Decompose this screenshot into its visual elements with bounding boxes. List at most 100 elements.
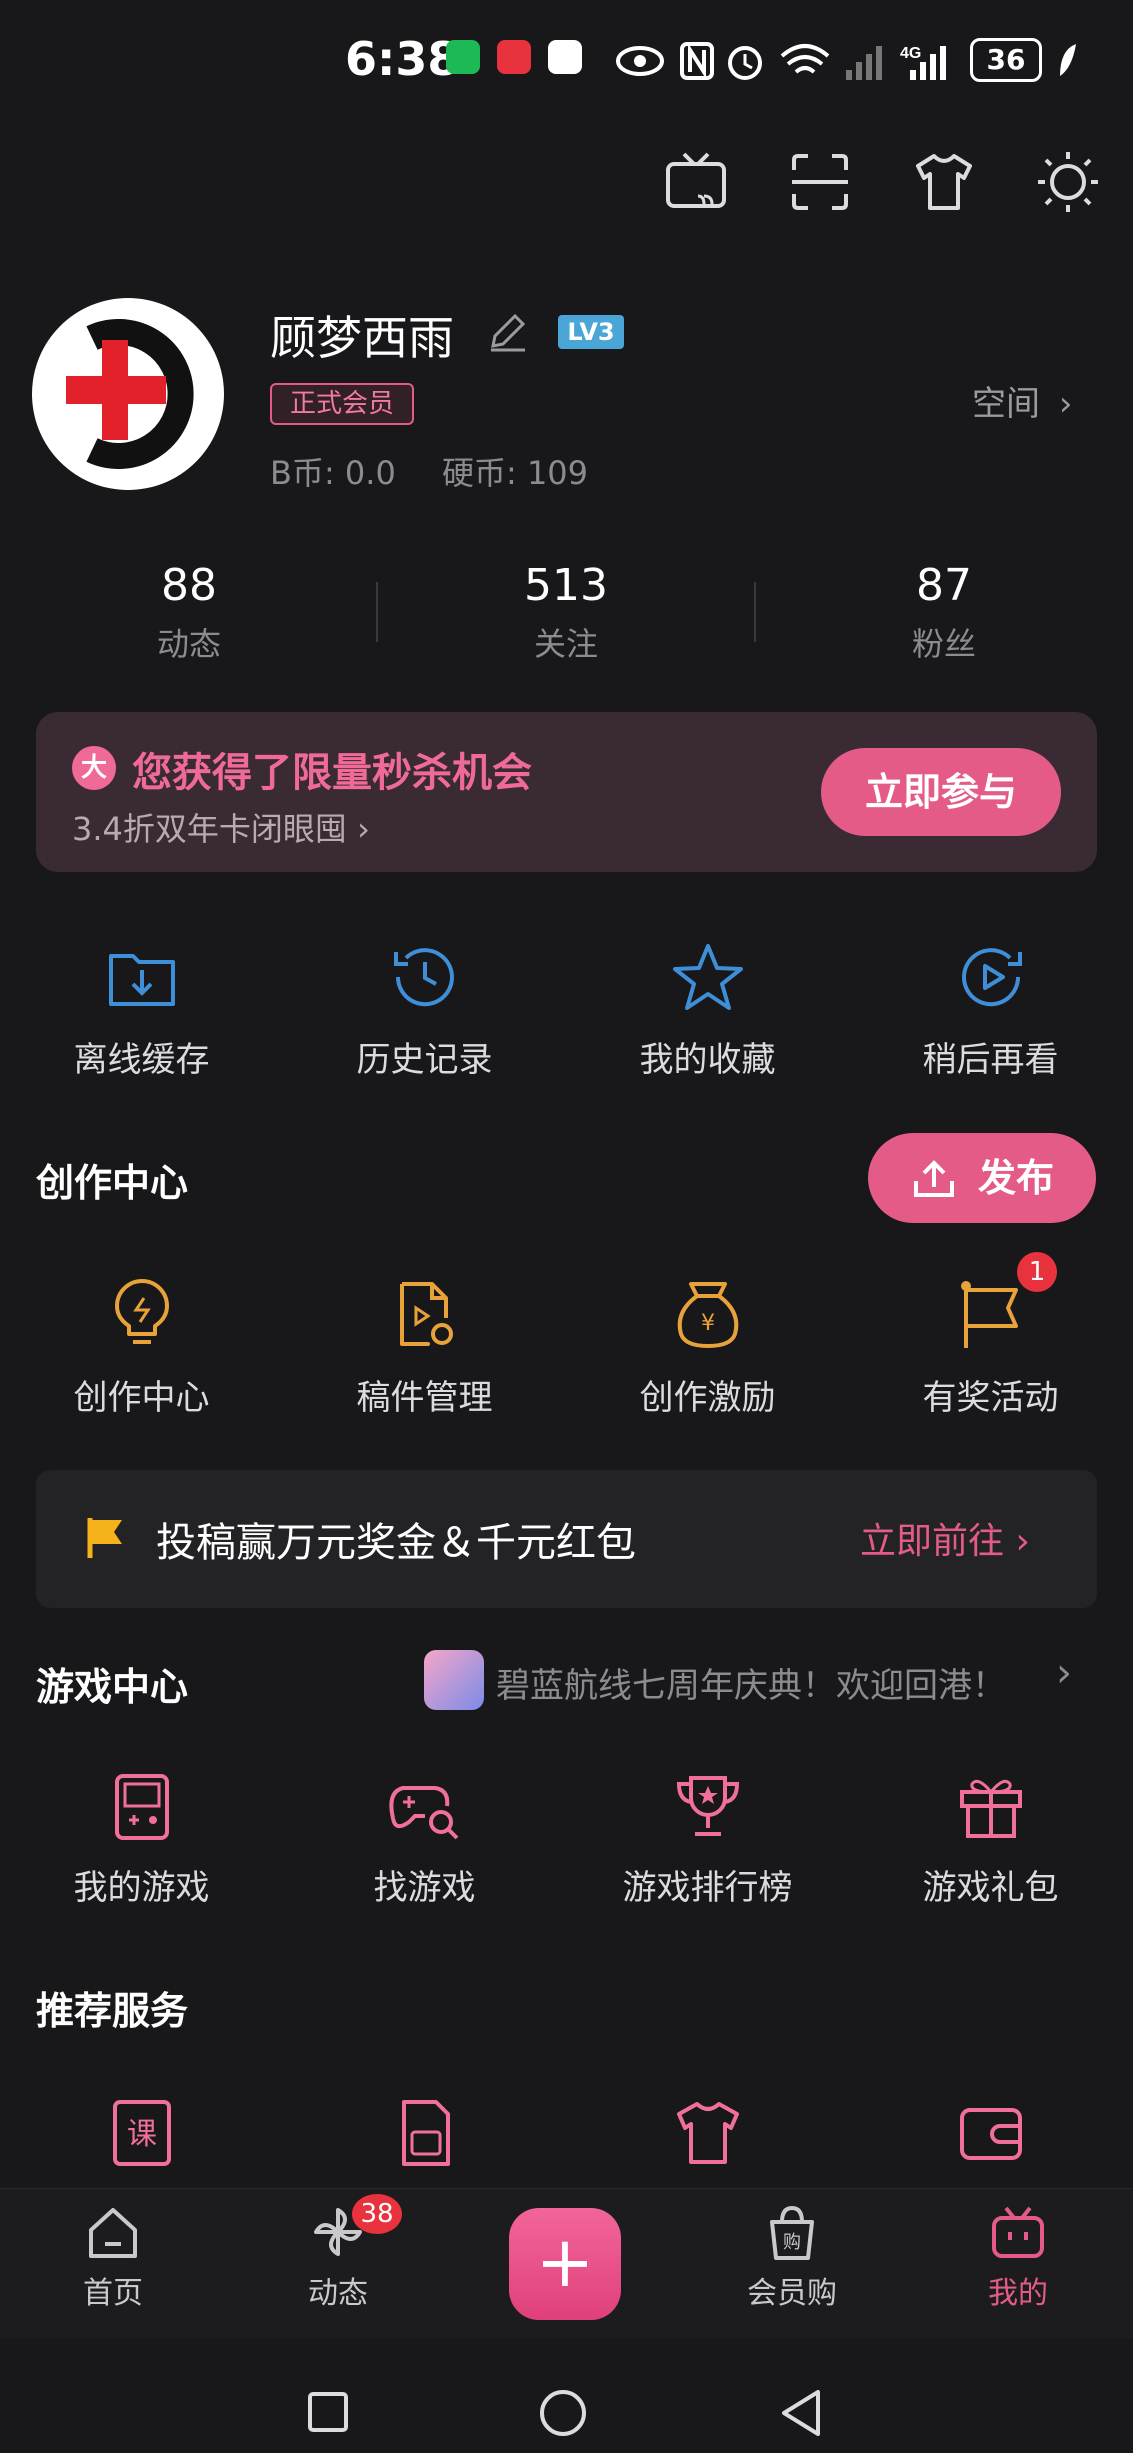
azur-lane-game-icon (424, 1650, 484, 1710)
lightbulb-icon (114, 1279, 169, 1344)
battery-indicator: 36 (970, 38, 1042, 82)
game-banner-text[interactable]: 碧蓝航线七周年庆典！欢迎回港！ (496, 1658, 1006, 1707)
course-book-icon: 课 (112, 2100, 171, 2166)
service-sim-item[interactable] (283, 2098, 566, 2168)
nav-label: 会员购 (747, 2276, 837, 2311)
stat-followers[interactable]: 87 粉丝 (755, 560, 1133, 665)
stat-label: 粉丝 (911, 625, 976, 663)
tshirt-theme-icon[interactable] (912, 150, 976, 214)
game-ranking-item[interactable]: 游戏排行榜 (566, 1772, 849, 1909)
game-label: 游戏排行榜 (622, 1868, 793, 1908)
stat-dynamics[interactable]: 88 动态 (0, 560, 378, 665)
manuscript-icon (399, 1282, 453, 1346)
avatar-red-cross-icon (36, 302, 220, 486)
back-triangle-icon[interactable] (778, 2388, 824, 2438)
contest-banner[interactable]: 投稿赢万元奖金＆千元红包 立即前往 › (36, 1470, 1097, 1608)
tv-mascot-icon (992, 2206, 1044, 2258)
gift-icon (959, 1779, 1022, 1838)
stat-label: 动态 (156, 625, 221, 663)
edit-pencil-icon[interactable] (485, 310, 529, 354)
nav-home[interactable]: 首页 (33, 2204, 193, 2312)
game-label: 找游戏 (373, 1868, 476, 1908)
svg-text:购: 购 (783, 2232, 801, 2253)
coins-info: B币: 0.0 硬币: 109 (270, 448, 588, 494)
gameboy-icon (114, 1774, 169, 1840)
tshirt-icon (676, 2102, 739, 2164)
join-now-button[interactable]: 立即参与 (821, 748, 1061, 836)
home-icon (89, 2208, 137, 2258)
watch-later-icon (961, 948, 1022, 1007)
download-folder-icon (108, 954, 175, 1006)
avatar[interactable] (32, 298, 224, 490)
star-icon (672, 944, 743, 1010)
notification-badge: 1 (1017, 1252, 1057, 1292)
level-badge: LV3 (558, 315, 624, 349)
prize-activity-item[interactable]: 有奖活动 1 (849, 1252, 1132, 1419)
upload-icon (914, 1160, 954, 1197)
creation-label: 稿件管理 (356, 1378, 493, 1418)
wechat-icon (446, 40, 480, 74)
flag-icon (960, 1281, 1018, 1348)
flash-sale-banner[interactable]: 大 您获得了限量秒杀机会 3.4折双年卡闭眼囤 › 立即参与 (36, 712, 1097, 872)
history-clock-icon (393, 948, 454, 1007)
space-link-label: 空间 (972, 384, 1040, 424)
quick-action-label: 历史记录 (356, 1040, 493, 1080)
creation-center-heading: 创作中心 (36, 1161, 189, 1205)
plus-icon: + (535, 2221, 595, 2303)
xiaohongshu-icon (497, 40, 531, 74)
game-label: 游戏礼包 (922, 1868, 1059, 1908)
recent-apps-icon[interactable] (306, 2390, 350, 2434)
my-games-item[interactable]: 我的游戏 (0, 1772, 283, 1909)
status-bar: 6:38 4G 36 (0, 0, 1133, 120)
stat-value: 88 (161, 560, 217, 611)
nav-label: 动态 (308, 2276, 368, 2311)
creation-center-item[interactable]: 创作中心 (0, 1278, 283, 1419)
svg-text:4G: 4G (900, 45, 921, 62)
sun-theme-icon[interactable] (1036, 150, 1100, 214)
promo-subtitle: 3.4折双年卡闭眼囤 › (72, 810, 370, 848)
system-navigation-bar (0, 2338, 1133, 2453)
wallet-icon (959, 2108, 1022, 2160)
promo-title: 您获得了限量秒杀机会 (132, 750, 532, 796)
game-center-heading: 游戏中心 (36, 1665, 189, 1709)
service-wallet-item[interactable] (849, 2098, 1132, 2168)
stat-following[interactable]: 513 关注 (377, 560, 755, 665)
find-games-item[interactable]: 找游戏 (283, 1772, 566, 1909)
go-now-link[interactable]: 立即前往 › (860, 1512, 1030, 1564)
creation-label: 有奖活动 (922, 1378, 1059, 1418)
quick-action-label: 我的收藏 (639, 1040, 776, 1080)
quick-action-label: 稍后再看 (922, 1040, 1059, 1080)
recommended-services-heading: 推荐服务 (36, 1989, 189, 2033)
gamepad-search-icon (388, 1786, 458, 1840)
publish-button-label: 发布 (978, 1156, 1055, 1200)
game-label: 我的游戏 (73, 1868, 210, 1908)
space-link[interactable]: 空间 › (972, 376, 1072, 425)
creation-incentive-item[interactable]: ¥ 创作激励 (566, 1278, 849, 1419)
username: 顾梦西雨 (270, 311, 454, 365)
nav-vip-shop[interactable]: 购 会员购 (712, 2204, 872, 2312)
membership-badge[interactable]: 正式会员 (270, 383, 414, 425)
sim-card-icon (401, 2100, 450, 2166)
watch-later-item[interactable]: 稍后再看 (849, 940, 1132, 1081)
service-course-item[interactable]: 课 (0, 2098, 283, 2168)
offline-cache-item[interactable]: 离线缓存 (0, 940, 283, 1081)
scan-icon[interactable] (788, 150, 852, 214)
manuscript-management-item[interactable]: 稿件管理 (283, 1278, 566, 1419)
money-bag-icon: ¥ (677, 1282, 738, 1349)
promo-badge-icon: 大 (72, 746, 116, 790)
chevron-right-icon[interactable]: › (1056, 1650, 1072, 1696)
history-item[interactable]: 历史记录 (283, 940, 566, 1081)
favorites-item[interactable]: 我的收藏 (566, 940, 849, 1081)
nav-label: 我的 (988, 2276, 1048, 2311)
create-plus-button[interactable]: + (509, 2208, 621, 2320)
home-circle-icon[interactable] (538, 2388, 588, 2438)
service-outfit-item[interactable] (566, 2098, 849, 2168)
nav-mine[interactable]: 我的 (938, 2204, 1098, 2312)
cast-tv-icon[interactable] (664, 150, 728, 214)
publish-button[interactable]: 发布 (868, 1133, 1096, 1223)
stat-value: 513 (524, 560, 608, 611)
game-gift-item[interactable]: 游戏礼包 (849, 1772, 1132, 1909)
nav-dynamics[interactable]: 动态 38 (258, 2194, 418, 2312)
stat-label: 关注 (533, 625, 598, 663)
nav-label: 首页 (83, 2276, 143, 2311)
